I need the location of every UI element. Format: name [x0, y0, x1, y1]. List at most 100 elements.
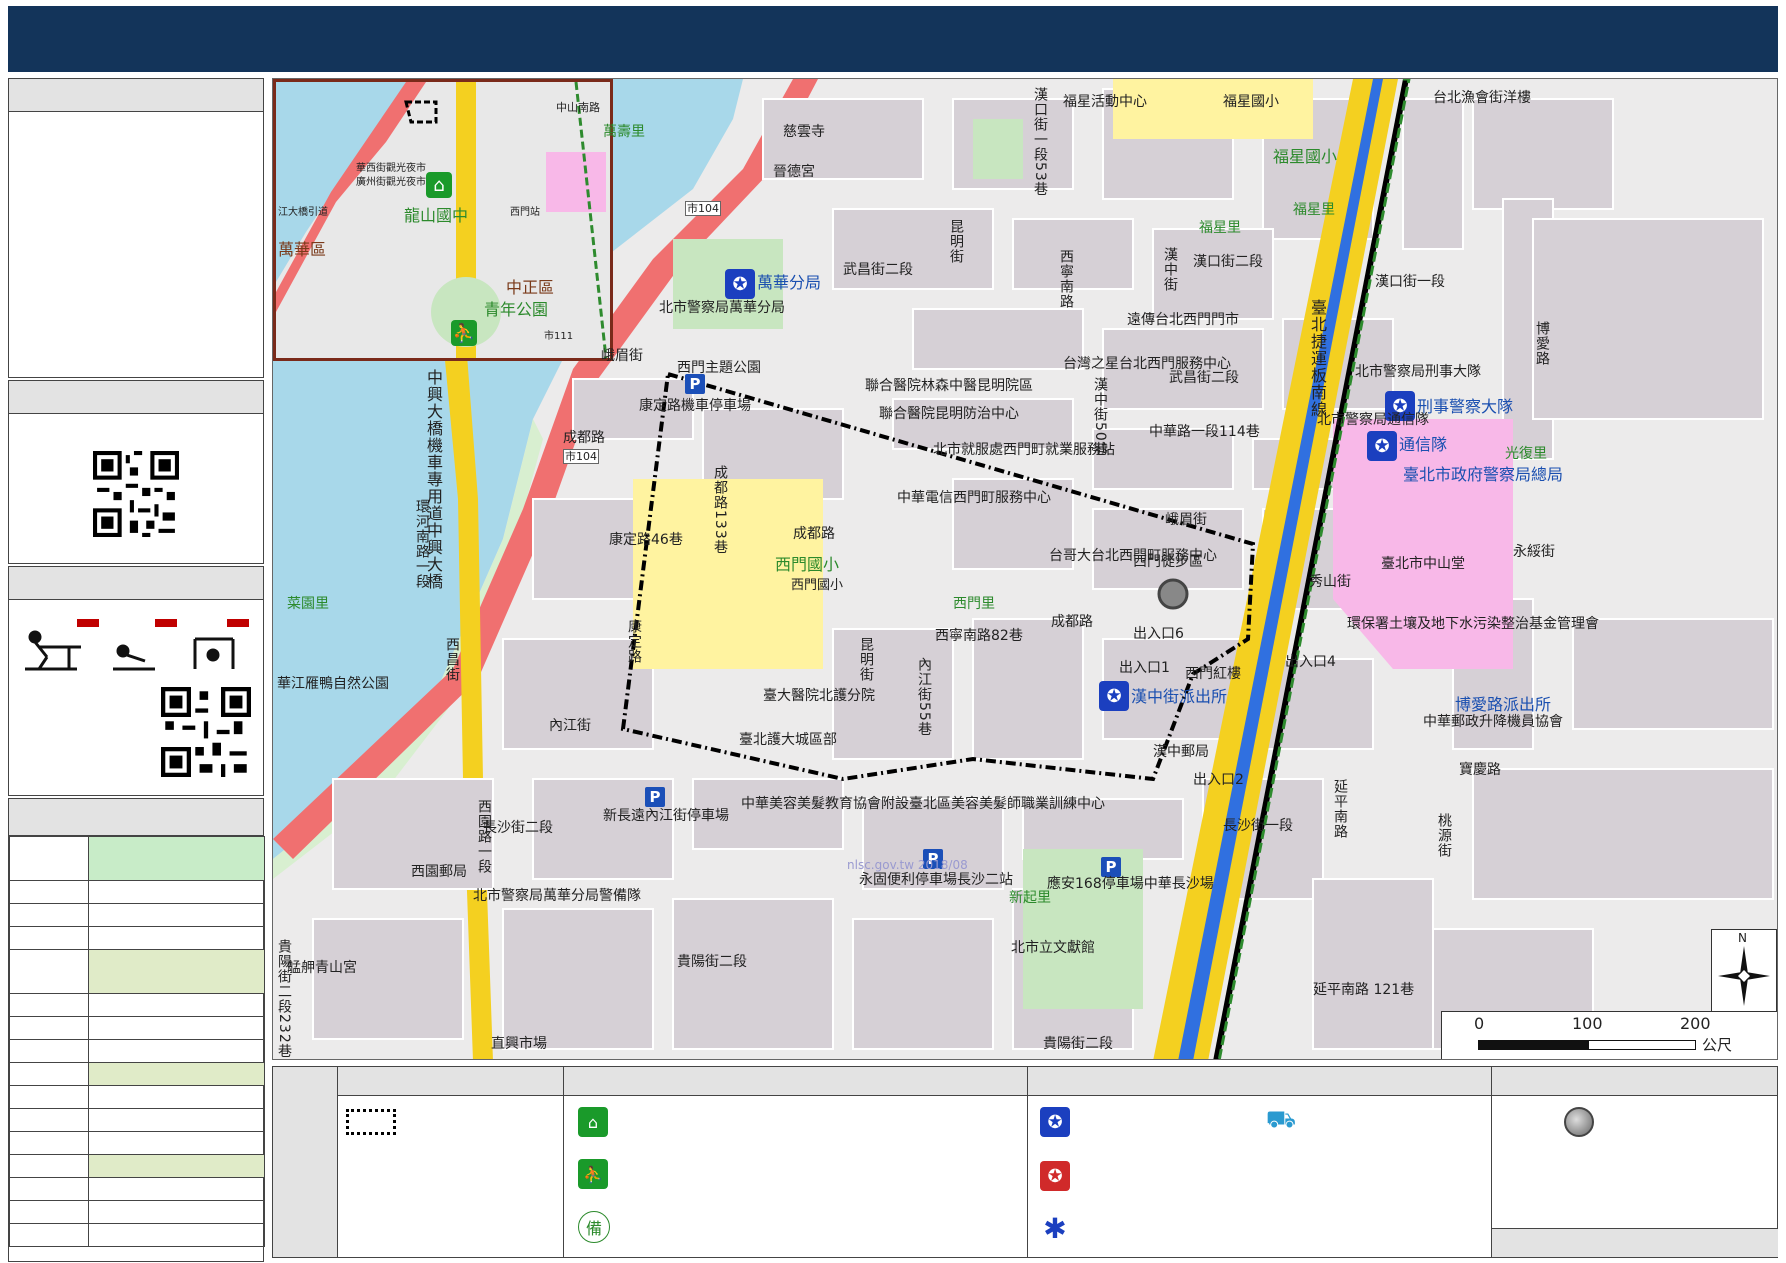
- label-changsha-1: 長沙街一段: [1223, 818, 1293, 834]
- stat-cell: [88, 1039, 265, 1063]
- label-hankou-53: 漢口街一段53巷: [1032, 87, 1048, 197]
- inset-label-city-road: 市111: [544, 331, 574, 342]
- label-fuxing-elementary-2: 福星國小: [1223, 94, 1279, 110]
- stat-cell: [88, 1177, 265, 1201]
- label-kunming-st: 昆明街: [858, 637, 874, 682]
- safety-qr-icon[interactable]: [161, 687, 251, 777]
- legend-title-cell: [273, 1067, 337, 1257]
- inset-map[interactable]: ⌂ ⛹ 龍山國中 萬華區 中正區 青年公園 市111 中山南路 江大橋引道 華西…: [273, 79, 613, 361]
- label-chunghwa: 中華電信西門町服務中心: [897, 490, 1051, 506]
- legend: ⌂ ⛹ 備 ✪ ✪ ✱ ⛟: [272, 1066, 1778, 1258]
- label-caiyuan-li: 菜園里: [287, 596, 329, 612]
- inset-label-bridge: 江大橋引道: [278, 207, 328, 218]
- stat-cell: [9, 1154, 89, 1178]
- police-icon: ✪: [1040, 1107, 1070, 1137]
- label-hankou-1: 漢口街一段: [1375, 274, 1445, 290]
- label-lianhe-center: 聯合醫院昆明防治中心: [879, 406, 1019, 422]
- legend-footer-cell: [1492, 1228, 1778, 1257]
- label-ximen-theme-park: 西門主題公園: [677, 360, 761, 376]
- medical-icon: ✱: [1040, 1212, 1070, 1245]
- label-fuxing-elementary: 福星國小: [1273, 147, 1338, 166]
- label-changan-parking: 應安168停車場中華長沙場: [1047, 876, 1214, 892]
- legend-police-header: [1028, 1067, 1491, 1096]
- description-panel: [8, 78, 264, 378]
- parking-icon: P: [1101, 857, 1121, 877]
- label-chengdu-rd-3: 成都路: [1051, 614, 1093, 630]
- label-wuchang-2: 武昌街二段: [843, 262, 913, 278]
- label-elevator-assoc: 中華郵政升降機員協會: [1423, 714, 1563, 730]
- legend-column-stations: [1491, 1067, 1778, 1257]
- label-linsen-hospital: 聯合醫院林森中醫昆明院區: [865, 378, 1033, 394]
- legend-stations-header: [1492, 1067, 1777, 1096]
- main-map[interactable]: ⌂ ⛹ 龍山國中 萬華區 中正區 青年公園 市111 中山南路 江大橋引道 華西…: [272, 78, 1778, 1060]
- label-hanzhong-police: 漢中街派出所: [1131, 687, 1228, 706]
- stat-cell: [9, 993, 89, 1017]
- label-watermark: nlsc.gov.tw 2018/08: [847, 858, 968, 872]
- scale-segment-light: [1588, 1040, 1696, 1050]
- stat-cell: [88, 1016, 265, 1040]
- stat-cell: [88, 926, 265, 950]
- stat-cell: [88, 880, 265, 904]
- label-exit6: 出入口6: [1133, 626, 1184, 642]
- legend-routes-header: [338, 1067, 563, 1096]
- label-emei-st: 峨眉街: [601, 348, 643, 364]
- qr-code-icon[interactable]: [93, 451, 179, 537]
- label-env-fund: 環保署土壤及地下水污染整治基金管理會: [1347, 616, 1599, 632]
- label-zhonghua-114: 中華路一段114巷: [1149, 424, 1260, 440]
- route-boundary-icon: [346, 1109, 396, 1135]
- label-fuxing-li-2: 福星里: [1199, 220, 1241, 236]
- label-neijiang-st: 內江街: [549, 718, 591, 734]
- statistics-header: [9, 799, 263, 836]
- label-guiyang-2: 貴陽街二段: [677, 954, 747, 970]
- label-xiushan-st: 秀山街: [1309, 574, 1351, 590]
- stat-cell: [88, 949, 265, 994]
- label-ciyun-temple: 慈雲寺: [783, 124, 825, 140]
- inset-label-zhongshan: 中山南路: [556, 101, 600, 114]
- label-xinchang-parking: 新長遠內江街停車場: [603, 808, 729, 824]
- label-ntuh-sub: 臺北護大城區部: [739, 732, 837, 748]
- label-comm-team-full: 北市警察局通信隊: [1317, 412, 1429, 428]
- stat-cell: [9, 1085, 89, 1109]
- label-hanzhong-50: 漢中街50巷: [1092, 377, 1108, 457]
- shelter-icon: ⌂: [426, 172, 452, 198]
- label-guiyang-232: 貴陽街二段232巷: [276, 939, 292, 1059]
- stat-cell: [9, 880, 89, 904]
- inset-label-wanhua: 萬華區: [278, 240, 327, 259]
- legend-column-police: ✪ ✪ ✱ ⛟: [1027, 1067, 1491, 1257]
- stat-cell: [9, 949, 89, 994]
- police-comm-icon[interactable]: ✪: [1367, 431, 1397, 461]
- label-police-hq: 臺北市政府警察局總局: [1403, 465, 1564, 484]
- police-precinct-icon[interactable]: ✪: [725, 269, 755, 299]
- label-kangding-rd: 康定路: [626, 619, 642, 664]
- label-wanhua-precinct-full: 北市警察局萬華分局: [659, 300, 785, 316]
- label-ximen-li: 西門里: [953, 596, 995, 612]
- label-fareastone: 遠傳台北西門門市: [1127, 312, 1239, 328]
- label-emei-st-2: 峨眉街: [1165, 512, 1207, 528]
- label-city-road-104b: 市104: [563, 449, 599, 464]
- statistics-table: [9, 836, 265, 1247]
- label-ximen-red-house: 西門紅樓: [1185, 666, 1241, 682]
- label-wuchang-2b: 武昌街二段: [1169, 370, 1239, 386]
- label-guiyang-2b: 貴陽街二段: [1043, 1036, 1113, 1052]
- label-hanzhong-st: 漢中街: [1162, 247, 1178, 292]
- label-crime-team-full: 北市警察局刑事大隊: [1355, 364, 1481, 380]
- earthquake-safety-header: [9, 567, 263, 600]
- scale-bar: 0 100 200 公尺: [1441, 1011, 1777, 1059]
- label-employment-station: 北市就服處西門町就業服務站: [933, 442, 1115, 458]
- north-arrow-icon: [1718, 946, 1770, 1006]
- label-xinqi-li: 新起里: [1009, 890, 1051, 906]
- label-guangfu-li: 光復里: [1505, 446, 1547, 462]
- fire-station-icon: ✪: [1040, 1161, 1070, 1191]
- drop-cover-hold-icon: [25, 619, 249, 671]
- label-hanzhong-post: 漢中郵局: [1153, 744, 1209, 760]
- label-taoyuan-st: 桃源街: [1436, 813, 1452, 858]
- label-baoqing-rd: 寶慶路: [1459, 762, 1501, 778]
- label-hankou-2: 漢口街二段: [1193, 254, 1263, 270]
- scale-tick-200: 200: [1680, 1014, 1711, 1033]
- police-station-icon[interactable]: ✪: [1099, 681, 1129, 711]
- label-kangding-parking: 康定路機車停車場: [639, 398, 751, 414]
- label-boai-police: 博愛路派出所: [1455, 695, 1552, 714]
- inset-label-huaxi: 華西街觀光夜市: [356, 163, 426, 174]
- label-comm-team: 通信隊: [1399, 435, 1448, 454]
- label-changsha-2: 長沙街二段: [483, 820, 553, 836]
